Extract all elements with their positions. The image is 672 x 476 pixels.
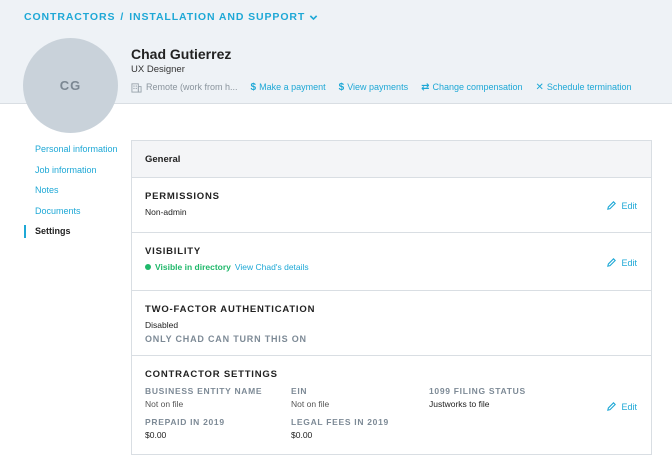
field-label: PREPAID IN 2019 [145, 417, 225, 427]
contractor-settings-section: CONTRACTOR SETTINGS BUSINESS ENTITY NAME… [132, 356, 651, 454]
sidebar-item-settings[interactable]: Settings [24, 225, 124, 238]
building-icon [131, 82, 142, 93]
breadcrumb-separator: / [120, 11, 125, 23]
sidebar-item-documents[interactable]: Documents [24, 205, 124, 226]
field-ein: EIN Not on file [291, 386, 429, 409]
card-title: General [145, 153, 181, 165]
permissions-value: Non-admin [145, 207, 187, 217]
sidebar-item-notes[interactable]: Notes [24, 184, 124, 205]
permissions-section: PERMISSIONS Non-admin Edit [132, 178, 651, 233]
schedule-termination-button[interactable]: ✕ Schedule termination [536, 82, 632, 93]
edit-label: Edit [621, 257, 637, 268]
profile-name: Chad Gutierrez [131, 46, 232, 62]
field-legal-fees-2019: LEGAL FEES IN 2019 $0.00 [291, 417, 429, 440]
swap-arrows-icon: ⇄ [421, 81, 430, 93]
field-label: 1099 FILING STATUS [429, 386, 526, 396]
field-prepaid-2019: PREPAID IN 2019 $0.00 [145, 417, 291, 440]
sidebar-item-personal-information[interactable]: Personal information [24, 143, 124, 164]
visibility-title: VISIBILITY [145, 246, 202, 257]
pencil-icon [607, 402, 617, 411]
sidebar-nav: Personal information Job information Not… [24, 143, 124, 238]
pencil-icon [607, 258, 617, 267]
view-payments-label: View payments [347, 82, 409, 92]
field-label: LEGAL FEES IN 2019 [291, 417, 389, 427]
field-label: BUSINESS ENTITY NAME [145, 386, 263, 396]
make-payment-button[interactable]: $ Make a payment [251, 82, 326, 93]
chevron-down-icon[interactable] [309, 13, 318, 22]
profile-actions: Remote (work from h... $ Make a payment … [131, 80, 644, 94]
visibility-row: Visible in directory View Chad's details [145, 262, 638, 272]
permissions-title: PERMISSIONS [145, 191, 220, 202]
breadcrumb: CONTRACTORS / INSTALLATION AND SUPPORT [24, 11, 318, 23]
view-payments-button[interactable]: $ View payments [339, 82, 408, 93]
field-label: EIN [291, 386, 308, 396]
profile-role: UX Designer [131, 64, 185, 75]
breadcrumb-team-dropdown[interactable]: INSTALLATION AND SUPPORT [129, 11, 305, 23]
edit-label: Edit [621, 401, 637, 412]
visibility-section: VISIBILITY Visible in directory View Cha… [132, 233, 651, 291]
make-payment-label: Make a payment [259, 82, 326, 92]
view-details-link[interactable]: View Chad's details [235, 262, 309, 272]
change-compensation-label: Change compensation [432, 82, 523, 92]
visibility-status: Visible in directory [155, 262, 231, 272]
field-business-entity-name: BUSINESS ENTITY NAME Not on file [145, 386, 291, 409]
breadcrumb-contractors[interactable]: CONTRACTORS [24, 11, 115, 23]
sidebar-item-job-information[interactable]: Job information [24, 164, 124, 185]
location-info: Remote (work from h... [131, 82, 238, 93]
contractor-settings-title: CONTRACTOR SETTINGS [145, 369, 278, 380]
contractor-fields-grid: BUSINESS ENTITY NAME Not on file EIN Not… [145, 386, 638, 448]
change-compensation-button[interactable]: ⇄ Change compensation [421, 82, 522, 93]
edit-label: Edit [621, 200, 637, 211]
two-factor-title: TWO-FACTOR AUTHENTICATION [145, 304, 316, 315]
status-dot-icon [145, 264, 151, 270]
close-icon: ✕ [535, 81, 544, 93]
two-factor-note: ONLY CHAD CAN TURN THIS ON [145, 334, 307, 344]
pencil-icon [607, 201, 617, 210]
field-value: $0.00 [291, 430, 313, 440]
edit-permissions-button[interactable]: Edit [606, 200, 637, 211]
card-header: General [132, 141, 651, 178]
field-value: $0.00 [145, 430, 167, 440]
dollar-icon: $ [250, 81, 257, 93]
field-value: Not on file [145, 399, 184, 409]
dollar-icon: $ [338, 81, 345, 93]
edit-contractor-settings-button[interactable]: Edit [606, 401, 637, 412]
avatar: CG [23, 38, 118, 133]
schedule-termination-label: Schedule termination [546, 82, 632, 92]
avatar-initials: CG [59, 78, 82, 93]
field-1099-filing-status: 1099 FILING STATUS Justworks to file [429, 386, 569, 409]
location-label: Remote (work from h... [146, 82, 238, 92]
field-value: Justworks to file [429, 399, 490, 409]
general-settings-card: General PERMISSIONS Non-admin Edit VISIB… [131, 140, 652, 455]
two-factor-value: Disabled [145, 320, 179, 330]
two-factor-section: TWO-FACTOR AUTHENTICATION Disabled ONLY … [132, 291, 651, 356]
field-value: Not on file [291, 399, 330, 409]
edit-visibility-button[interactable]: Edit [606, 257, 637, 268]
